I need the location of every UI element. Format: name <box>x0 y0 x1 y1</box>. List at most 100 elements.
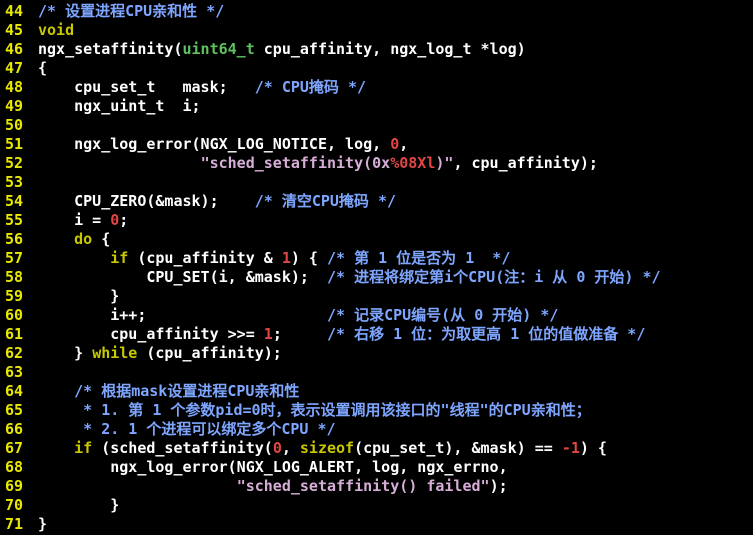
code-line[interactable]: 69 "sched_setaffinity() failed"); <box>0 477 753 496</box>
code-text: CPU_ZERO(&mask); /* 清空CPU掩码 */ <box>38 192 396 211</box>
code-line[interactable]: 47 { <box>0 59 753 78</box>
line-number: 59 <box>5 287 24 305</box>
code-line[interactable]: 67 if (sched_setaffinity(0, sizeof(cpu_s… <box>0 439 753 458</box>
token-txt: ngx_log_error(NGX_LOG_ALERT, log, ngx_er… <box>38 458 508 476</box>
line-number: 68 <box>5 458 24 476</box>
token-txt: i = <box>38 211 111 229</box>
token-num: 1 <box>281 249 291 267</box>
code-text: CPU_SET(i, &mask); /* 进程将绑定第i个CPU(注：i 从 … <box>38 268 660 287</box>
code-line[interactable]: 65 * 1. 第 1 个参数pid=0时，表示设置调用该接口的"线程"的CPU… <box>0 401 753 420</box>
token-txt: ngx_uint_t i; <box>38 97 201 115</box>
code-text: /* 根据mask设置进程CPU亲和性 <box>38 382 299 401</box>
token-str: "sched_setaffinity() failed" <box>236 477 490 495</box>
token-txt: } <box>38 496 120 514</box>
token-txt: ngx_setaffinity( <box>38 40 183 58</box>
line-number: 55 <box>5 211 24 229</box>
token-txt: , cpu_affinity); <box>453 154 598 172</box>
code-line[interactable]: 61 cpu_affinity >>= 1; /* 右移 1 位：为取更高 1 … <box>0 325 753 344</box>
line-number: 69 <box>5 477 24 495</box>
line-number: 60 <box>5 306 24 324</box>
code-text: cpu_affinity >>= 1; /* 右移 1 位：为取更高 1 位的值… <box>38 325 645 344</box>
code-line[interactable]: 56 do { <box>0 230 753 249</box>
token-txt: (sched_setaffinity( <box>92 439 273 457</box>
token-txt: ) { <box>579 439 607 457</box>
code-line[interactable]: 48 cpu_set_t mask; /* CPU掩码 */ <box>0 78 753 97</box>
token-txt: ; <box>272 325 327 343</box>
code-line[interactable]: 50 <box>0 116 753 135</box>
code-line[interactable]: 54 CPU_ZERO(&mask); /* 清空CPU掩码 */ <box>0 192 753 211</box>
code-line[interactable]: 49 ngx_uint_t i; <box>0 97 753 116</box>
line-number: 49 <box>5 97 24 115</box>
token-str: "sched_setaffinity(0x <box>200 154 391 172</box>
token-cm: * 1. 第 1 个参数pid=0时，表示设置调用该接口的"线程"的CPU亲和性… <box>38 401 591 419</box>
code-line[interactable]: 60 i++; /* 记录CPU编号(从 0 开始) */ <box>0 306 753 325</box>
token-txt: , <box>399 135 409 153</box>
code-line[interactable]: 58 CPU_SET(i, &mask); /* 进程将绑定第i个CPU(注：i… <box>0 268 753 287</box>
line-number: 48 <box>5 78 24 96</box>
code-line[interactable]: 62 } while (cpu_affinity); <box>0 344 753 363</box>
line-number: 50 <box>5 116 24 134</box>
code-text: ngx_log_error(NGX_LOG_NOTICE, log, 0, <box>38 135 408 154</box>
code-line[interactable]: 51 ngx_log_error(NGX_LOG_NOTICE, log, 0, <box>0 135 753 154</box>
code-text: void <box>38 21 74 40</box>
code-line[interactable]: 64 /* 根据mask设置进程CPU亲和性 <box>0 382 753 401</box>
code-text: if (cpu_affinity & 1) { /* 第 1 位是否为 1 */ <box>38 249 510 268</box>
line-number: 44 <box>5 2 24 20</box>
code-text: ngx_setaffinity(uint64_t cpu_affinity, n… <box>38 40 526 59</box>
code-line[interactable]: 68 ngx_log_error(NGX_LOG_ALERT, log, ngx… <box>0 458 753 477</box>
line-number: 45 <box>5 21 24 39</box>
token-cm: /* 根据mask设置进程CPU亲和性 <box>74 382 300 400</box>
line-number: 66 <box>5 420 24 438</box>
token-txt: ; <box>119 211 129 229</box>
line-number: 57 <box>5 249 24 267</box>
line-number: 62 <box>5 344 24 362</box>
code-line[interactable]: 59 } <box>0 287 753 306</box>
line-number: 65 <box>5 401 24 419</box>
token-txt: cpu_affinity, ngx_log_t *log) <box>254 40 526 58</box>
line-number: 52 <box>5 154 24 172</box>
token-cm: /* 右移 1 位：为取更高 1 位的值做准备 */ <box>327 325 646 343</box>
token-txt: cpu_set_t mask; <box>38 78 255 96</box>
token-txt: (cpu_affinity & <box>128 249 282 267</box>
code-text: "sched_setaffinity(0x%08Xl)", cpu_affini… <box>38 154 598 173</box>
token-txt: (cpu_set_t), &mask) == <box>354 439 562 457</box>
code-text: ngx_log_error(NGX_LOG_ALERT, log, ngx_er… <box>38 458 508 477</box>
line-number: 47 <box>5 59 24 77</box>
code-line[interactable]: 57 if (cpu_affinity & 1) { /* 第 1 位是否为 1… <box>0 249 753 268</box>
code-line[interactable]: 55 i = 0; <box>0 211 753 230</box>
code-line[interactable]: 46 ngx_setaffinity(uint64_t cpu_affinity,… <box>0 40 753 59</box>
code-line[interactable]: 45 void <box>0 21 753 40</box>
code-line[interactable]: 53 <box>0 173 753 192</box>
token-txt: , <box>281 439 300 457</box>
token-cm: /* CPU掩码 */ <box>254 78 367 96</box>
line-number: 54 <box>5 192 24 210</box>
token-cm: /* 第 1 位是否为 1 */ <box>327 249 511 267</box>
code-editor[interactable]: 44 /* 设置进程CPU亲和性 */ 45 void 46 ngx_setaffinit… <box>0 0 753 535</box>
code-line[interactable]: 44 /* 设置进程CPU亲和性 */ <box>0 2 753 21</box>
token-txt: i++; <box>38 306 327 324</box>
token-num: %08Xl <box>390 154 436 172</box>
code-line[interactable]: 52 "sched_setaffinity(0x%08Xl)", cpu_aff… <box>0 154 753 173</box>
line-number: 71 <box>5 515 24 533</box>
line-number: 56 <box>5 230 24 248</box>
token-txt: ); <box>489 477 508 495</box>
token-cm: * 2. 1 个进程可以绑定多个CPU */ <box>38 420 336 438</box>
token-num: 1 <box>263 325 273 343</box>
code-text: i = 0; <box>38 211 128 230</box>
code-text: * 1. 第 1 个参数pid=0时，表示设置调用该接口的"线程"的CPU亲和性… <box>38 401 591 420</box>
line-number: 64 <box>5 382 24 400</box>
token-cm: /* 清空CPU掩码 */ <box>254 192 397 210</box>
code-line[interactable]: 63 <box>0 363 753 382</box>
code-line[interactable]: 70 } <box>0 496 753 515</box>
line-number: 70 <box>5 496 24 514</box>
code-line[interactable]: 71} <box>0 515 753 534</box>
token-kw: void <box>38 21 75 39</box>
token-txt: } <box>38 515 48 533</box>
code-line[interactable]: 66 * 2. 1 个进程可以绑定多个CPU */ <box>0 420 753 439</box>
token-txt: cpu_affinity >>= <box>38 325 264 343</box>
code-text: /* 设置进程CPU亲和性 */ <box>38 2 224 21</box>
